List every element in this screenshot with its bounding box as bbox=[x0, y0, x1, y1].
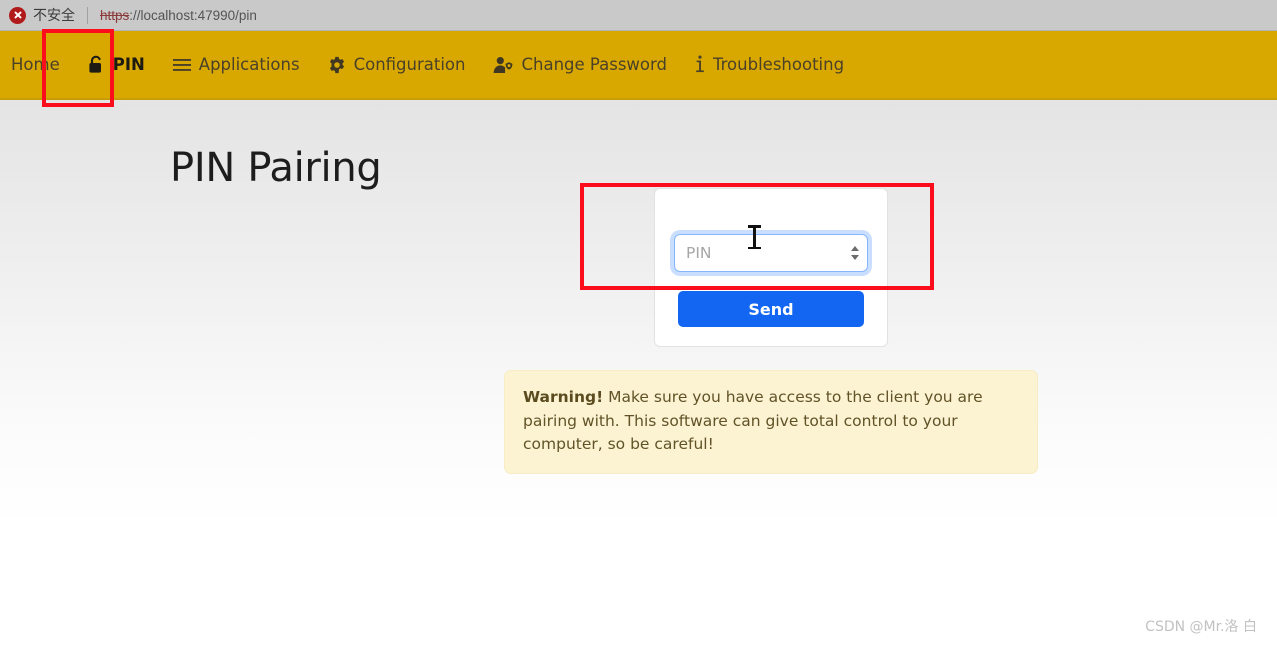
unlock-icon bbox=[88, 55, 105, 74]
warning-alert: Warning! Make sure you have access to th… bbox=[504, 370, 1038, 474]
number-spinner[interactable] bbox=[851, 246, 859, 260]
security-label: 不安全 bbox=[33, 8, 75, 24]
person-shield-icon bbox=[493, 56, 513, 74]
address-bar-divider bbox=[87, 6, 88, 24]
url-path: ://localhost:47990/pin bbox=[129, 7, 257, 23]
pin-input[interactable] bbox=[674, 234, 868, 272]
nav-item-applications[interactable]: Applications bbox=[159, 49, 314, 80]
warning-strong-label: Warning! bbox=[523, 388, 604, 406]
pin-pairing-card: Send bbox=[654, 188, 888, 347]
app-root: 不安全 https ://localhost:47990/pin Home PI… bbox=[0, 0, 1277, 648]
nav-item-pin[interactable]: PIN bbox=[74, 49, 159, 80]
nav-item-configuration[interactable]: Configuration bbox=[314, 49, 480, 80]
navbar-items: Home PIN Applications Configuration Chan… bbox=[0, 49, 858, 80]
list-icon bbox=[172, 58, 191, 72]
nav-item-troubleshooting[interactable]: Troubleshooting bbox=[681, 49, 858, 80]
site-security-chip[interactable]: 不安全 bbox=[9, 5, 75, 25]
send-button[interactable]: Send bbox=[678, 291, 864, 327]
nav-item-label: Applications bbox=[198, 55, 300, 74]
browser-address-bar: 不安全 https ://localhost:47990/pin bbox=[0, 0, 1277, 31]
page-title: PIN Pairing bbox=[170, 144, 382, 191]
nav-item-label: Home bbox=[11, 55, 60, 74]
nav-item-home[interactable]: Home bbox=[0, 49, 74, 80]
pin-input-wrapper bbox=[674, 234, 868, 272]
watermark: CSDN @Mr.洛 白 bbox=[1145, 619, 1257, 635]
nav-item-change-password[interactable]: Change Password bbox=[479, 49, 681, 80]
address-bar-url[interactable]: https ://localhost:47990/pin bbox=[100, 8, 257, 23]
gear-icon bbox=[328, 56, 346, 74]
nav-item-label: Troubleshooting bbox=[712, 55, 845, 74]
main-navbar: Home PIN Applications Configuration Chan… bbox=[0, 31, 1277, 100]
spinner-up-icon[interactable] bbox=[851, 246, 859, 251]
nav-item-label: Configuration bbox=[353, 55, 466, 74]
url-scheme: https bbox=[100, 7, 130, 23]
info-icon bbox=[695, 55, 705, 74]
nav-item-label: PIN bbox=[112, 55, 145, 74]
nav-item-label: Change Password bbox=[521, 55, 667, 74]
circle-x-icon bbox=[9, 6, 26, 24]
spinner-down-icon[interactable] bbox=[851, 255, 859, 260]
